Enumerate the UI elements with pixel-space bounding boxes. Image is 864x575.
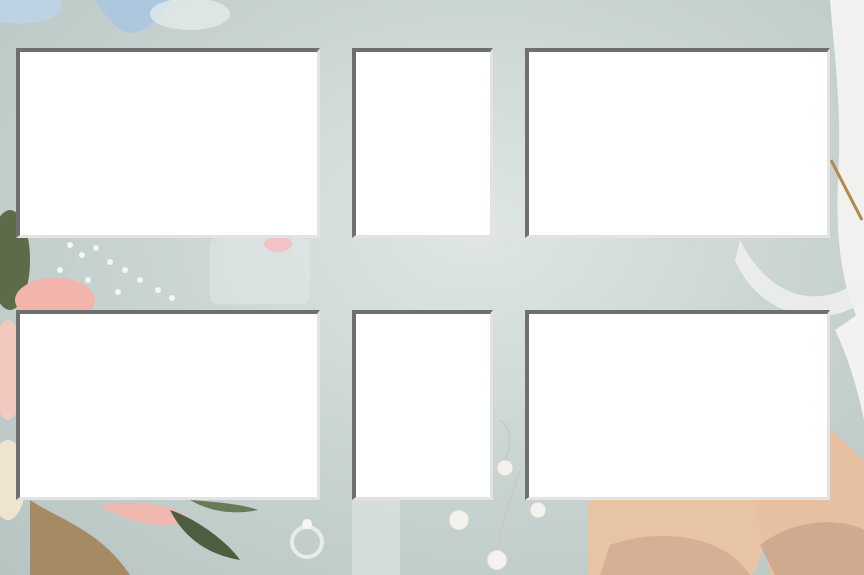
petal-shape	[264, 236, 292, 252]
photo-slot-3[interactable]	[525, 48, 830, 238]
ring-gem-shape	[302, 519, 312, 529]
ring-shape	[290, 525, 324, 559]
photo-slot-2[interactable]	[352, 48, 493, 238]
pearl-shape	[529, 501, 547, 519]
ribbon-shape	[0, 0, 62, 24]
photo-slot-4[interactable]	[16, 310, 320, 500]
earring-hook-shape	[496, 469, 521, 551]
pearl-shape	[486, 549, 508, 571]
leaf-shape	[170, 510, 240, 560]
glass-shape	[210, 238, 310, 304]
photo-slot-6[interactable]	[525, 310, 830, 500]
ribbon-shape	[835, 310, 864, 420]
lace-shape	[352, 500, 400, 575]
glass-shape	[150, 0, 230, 30]
pearl-shape	[448, 509, 470, 531]
leaf-shape	[190, 500, 258, 513]
photo-slot-1[interactable]	[16, 48, 320, 238]
pearl-shape	[496, 459, 514, 477]
photo-slot-5[interactable]	[352, 310, 493, 500]
earring-hook-shape	[499, 419, 511, 461]
